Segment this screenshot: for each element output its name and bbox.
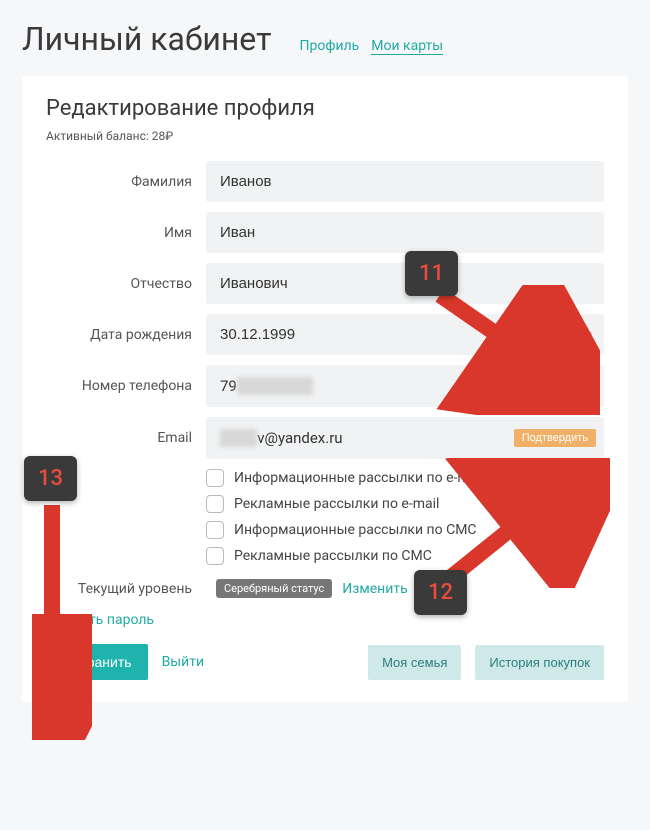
save-button[interactable]: Сохранить bbox=[46, 644, 148, 680]
page-title: Личный кабинет bbox=[22, 20, 271, 58]
checkbox-info-email-label: Информационные рассылки по e-mail bbox=[234, 470, 484, 486]
input-lastname[interactable] bbox=[206, 161, 604, 202]
annotation-12: 12 bbox=[414, 570, 467, 615]
label-lastname: Фамилия bbox=[46, 174, 206, 190]
label-firstname: Имя bbox=[46, 225, 206, 241]
checkbox-ads-sms[interactable] bbox=[206, 547, 224, 565]
footer-actions: Сохранить Выйти Моя семья История покупо… bbox=[46, 644, 604, 680]
profile-edit-card: Редактирование профиля Активный баланс: … bbox=[22, 76, 628, 702]
lock-icon bbox=[578, 325, 592, 345]
row-firstname: Имя bbox=[46, 212, 604, 253]
row-dob: Дата рождения bbox=[46, 314, 604, 355]
input-firstname[interactable] bbox=[206, 212, 604, 253]
label-dob: Дата рождения bbox=[46, 327, 206, 343]
annotation-13: 13 bbox=[24, 456, 77, 501]
checkbox-ads-sms-row: Рекламные рассылки по СМС bbox=[206, 547, 604, 565]
confirm-phone-button[interactable]: Подтвердить bbox=[514, 377, 596, 395]
card-title: Редактирование профиля bbox=[46, 96, 604, 121]
row-lastname: Фамилия bbox=[46, 161, 604, 202]
checkbox-ads-email-label: Рекламные рассылки по e-mail bbox=[234, 496, 439, 512]
my-family-button[interactable]: Моя семья bbox=[368, 645, 461, 680]
checkbox-info-sms-label: Информационные рассылки по СМС bbox=[234, 522, 477, 538]
checkbox-info-email[interactable] bbox=[206, 469, 224, 487]
change-level-link[interactable]: Изменить bbox=[342, 581, 407, 597]
checkbox-info-sms-row: Информационные рассылки по СМС bbox=[206, 521, 604, 539]
label-patronymic: Отчество bbox=[46, 276, 206, 292]
nav-my-cards[interactable]: Мои карты bbox=[371, 38, 443, 55]
annotation-11: 11 bbox=[405, 251, 458, 296]
input-dob[interactable] bbox=[206, 314, 604, 355]
status-badge: Серебряный статус bbox=[216, 579, 332, 598]
confirm-email-button[interactable]: Подтвердить bbox=[514, 429, 596, 447]
purchase-history-button[interactable]: История покупок bbox=[475, 645, 604, 680]
row-email: Email xxxxxv@yandex.ru Подтвердить bbox=[46, 417, 604, 459]
page-header: Личный кабинет Профиль Мои карты bbox=[0, 0, 650, 76]
checkbox-info-sms[interactable] bbox=[206, 521, 224, 539]
active-balance: Активный баланс: 28₽ bbox=[46, 129, 604, 143]
checkbox-ads-email-row: Рекламные рассылки по e-mail bbox=[206, 495, 604, 513]
row-current-level: Текущий уровень Серебряный статус Измени… bbox=[46, 579, 604, 598]
nav-profile[interactable]: Профиль bbox=[299, 38, 359, 55]
checkbox-info-email-row: Информационные рассылки по e-mail bbox=[206, 469, 604, 487]
logout-link[interactable]: Выйти bbox=[162, 654, 205, 670]
row-patronymic: Отчество bbox=[46, 263, 604, 304]
change-password-link[interactable]: Сменить пароль bbox=[46, 612, 154, 628]
row-phone: Номер телефона 79000000000 Подтвердить bbox=[46, 365, 604, 407]
header-nav: Профиль Мои карты bbox=[299, 38, 443, 55]
label-level: Текущий уровень bbox=[46, 581, 206, 597]
checkbox-ads-sms-label: Рекламные рассылки по СМС bbox=[234, 548, 432, 564]
label-email: Email bbox=[46, 430, 206, 446]
checkbox-ads-email[interactable] bbox=[206, 495, 224, 513]
label-phone: Номер телефона bbox=[46, 378, 206, 394]
